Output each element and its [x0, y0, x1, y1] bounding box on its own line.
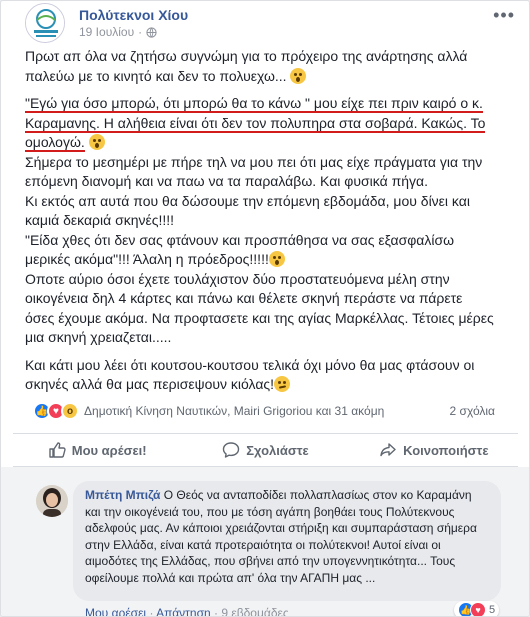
more-options-icon[interactable]: ••• [493, 5, 515, 26]
flushed-emoji-icon [88, 134, 105, 150]
comment-footer: Μου αρέσει · Απάντηση · 9 εβδομάδες [85, 606, 289, 616]
reactions-bar: 👍 ♥ o Δημοτική Κίνηση Ναυτικών, Mairi Gr… [33, 401, 525, 421]
post-paragraph: "Εγώ για όσο μπορώ, ότι μπορώ θα το κάνω… [25, 94, 495, 153]
post-card: Πολύτεκνοι Χίου 19 Ιουλίου · ••• Πρωτ απ… [0, 0, 530, 617]
wow-reaction-icon: o [61, 402, 79, 420]
post-text: Πρωτ απ όλα να ζητήσω συγνώμη για το πρό… [25, 47, 495, 395]
comment-reactions[interactable]: 👍 ♥ 5 [454, 601, 500, 616]
globe-icon [146, 26, 157, 38]
post-paragraph: Σήμερα το μεσημέρι με πήρε τηλ να μου πε… [25, 153, 483, 190]
comment-text: Ο Θεός να ανταποδίδει πολλαπλασίως στον … [85, 488, 477, 585]
post-paragraph: Και κάτι μου λέει ότι κουτσου-κουτσου τε… [25, 356, 475, 392]
comment-time[interactable]: 9 εβδομάδες [221, 606, 288, 616]
comment-reaction-count: 5 [489, 604, 496, 616]
page-avatar[interactable] [25, 3, 65, 43]
post-paragraph: Οποτε αύριο όσοι έχετε τουλάχιστον δύο π… [25, 270, 494, 346]
comment-button[interactable]: Σχολιάστε [181, 434, 349, 466]
post-paragraph: "Είδα χθες ότι δεν σας φτάνουν και προσπ… [25, 231, 455, 267]
commenter-avatar[interactable] [36, 485, 68, 517]
reactions-summary[interactable]: Δημοτική Κίνηση Ναυτικών, Mairi Grigorio… [84, 404, 384, 418]
share-icon [380, 443, 396, 457]
post-meta: 19 Ιουλίου · [79, 25, 157, 39]
post-paragraph: Κι εκτός απ αυτά που θα δώσουμε την επόμ… [25, 192, 470, 229]
comment-like-link[interactable]: Μου αρέσει [85, 606, 146, 616]
post-date[interactable]: 19 Ιουλίου [79, 25, 134, 39]
wow-emoji-icon [268, 251, 285, 267]
love-reaction-icon: ♥ [470, 602, 486, 616]
post-paragraph: Πρωτ απ όλα να ζητήσω συγνώμη για το πρό… [25, 48, 468, 84]
comment-author[interactable]: Μπέτη Μπιζά [85, 488, 160, 502]
share-label: Κοινοποιήστε [403, 442, 489, 458]
comment-reply-link[interactable]: Απάντηση [156, 606, 211, 616]
comment-bubble: Μπέτη Μπιζά Ο Θεός να ανταποδίδει πολλαπ… [73, 481, 501, 601]
thumbs-up-icon [49, 442, 66, 458]
smirk-emoji-icon [274, 376, 291, 392]
like-button[interactable]: Μου αρέσει! [13, 434, 181, 466]
wow-emoji-icon [290, 67, 307, 84]
comment-icon [223, 442, 240, 458]
comment-label: Σχολιάστε [246, 442, 309, 458]
page-name[interactable]: Πολύτεκνοι Χίου [79, 7, 188, 23]
post-header: Πολύτεκνοι Χίου 19 Ιουλίου · ••• [25, 1, 515, 43]
action-bar: Μου αρέσει! Σχολιάστε Κοινοποιήστε [13, 433, 518, 467]
share-button[interactable]: Κοινοποιήστε [350, 434, 518, 466]
comments-count[interactable]: 2 σχόλια [450, 404, 495, 418]
reaction-icons[interactable]: 👍 ♥ o [33, 402, 79, 420]
like-label: Μου αρέσει! [71, 442, 147, 458]
